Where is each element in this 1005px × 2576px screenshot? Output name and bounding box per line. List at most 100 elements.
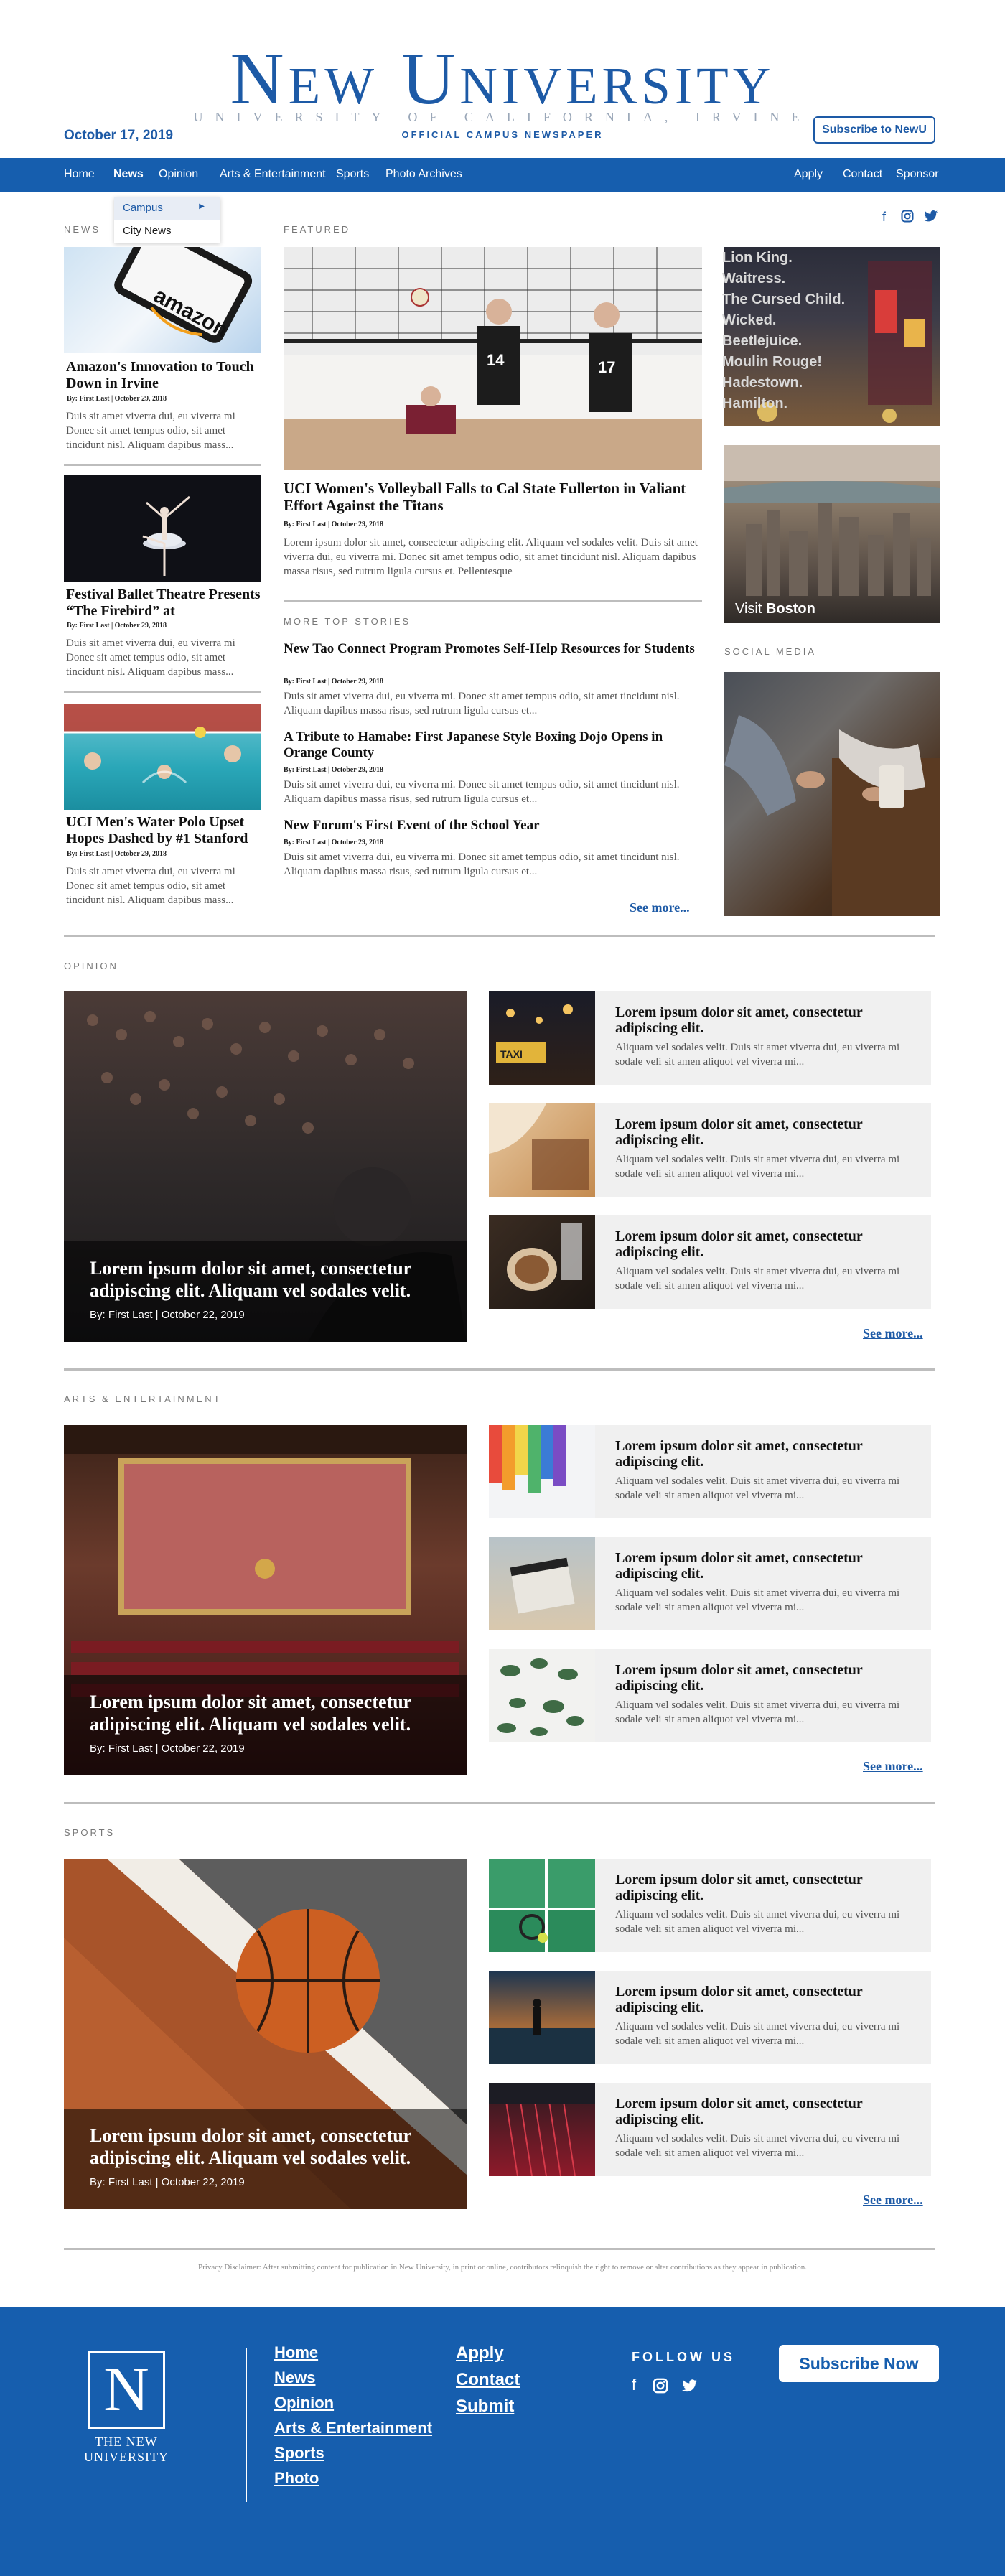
footer-link-photo[interactable]: Photo — [274, 2469, 319, 2488]
card-image-coffee — [489, 1215, 595, 1309]
card-excerpt: Aliquam vel sodales velit. Duis sit amet… — [615, 1475, 900, 1501]
visit-place: Boston — [765, 601, 815, 617]
facebook-icon[interactable]: f — [632, 2376, 636, 2394]
featured-image-volleyball[interactable]: 14 17 — [284, 247, 702, 470]
footer-link-opinion[interactable]: Opinion — [274, 2394, 334, 2412]
see-more-link[interactable]: See more... — [630, 900, 690, 915]
see-more-link[interactable]: See more... — [863, 2193, 923, 2208]
news-byline: By: First Last | October 29, 2018 — [67, 622, 167, 630]
privacy-disclaimer: Privacy Disclaimer: After submitting con… — [198, 2263, 807, 2272]
nav-photo-archives[interactable]: Photo Archives — [385, 168, 462, 181]
section-divider — [64, 935, 935, 937]
card-image-paint — [489, 1425, 595, 1518]
ad-boston-image[interactable] — [724, 445, 940, 623]
featured-section-label: FEATURED — [284, 224, 351, 235]
sign-line: Wicked. — [722, 312, 777, 328]
nav-news[interactable]: News — [113, 168, 144, 181]
card-excerpt: Aliquam vel sodales velit. Duis sit amet… — [615, 1266, 900, 1292]
dropdown-item-city-news[interactable]: City News — [114, 220, 220, 243]
follow-us-label: FOLLOW US — [632, 2350, 735, 2364]
nav-sports[interactable]: Sports — [336, 168, 369, 181]
featured-byline: By: First Last | October 29, 2018 — [284, 521, 383, 528]
footer-link-arts[interactable]: Arts & Entertainment — [274, 2419, 432, 2437]
arts-card[interactable]: Lorem ipsum dolor sit amet, consectetur … — [489, 1649, 931, 1742]
opinion-feature-card[interactable]: Lorem ipsum dolor sit amet, consectetur … — [64, 991, 467, 1342]
card-title: Lorem ipsum dolor sit amet, consectetur … — [90, 1691, 411, 1735]
card-excerpt: Aliquam vel sodales velit. Duis sit amet… — [615, 1909, 900, 1935]
sign-line: Beetlejuice. — [722, 333, 803, 349]
footer-logo-letter: N — [103, 2355, 149, 2425]
instagram-icon[interactable] — [901, 210, 914, 226]
footer-link-contact[interactable]: Contact — [456, 2370, 520, 2390]
card-title: Lorem ipsum dolor sit amet, consectetur … — [615, 1116, 863, 1148]
arts-section-label: ARTS & ENTERTAINMENT — [64, 1394, 222, 1404]
top-story-byline: By: First Last | October 29, 2018 — [284, 766, 383, 774]
featured-headline[interactable]: UCI Women's Volleyball Falls to Cal Stat… — [284, 480, 700, 514]
footer-link-news[interactable]: News — [274, 2369, 315, 2387]
top-story-headline[interactable]: New Forum's First Event of the School Ye… — [284, 818, 700, 834]
opinion-card[interactable]: Lorem ipsum dolor sit amet, consectetur … — [489, 1215, 931, 1309]
footer-link-home[interactable]: Home — [274, 2343, 318, 2362]
see-more-link[interactable]: See more... — [863, 1326, 923, 1341]
card-byline: By: First Last | October 22, 2019 — [90, 1309, 245, 1321]
dropdown-item-campus[interactable]: Campus ▶ — [114, 197, 220, 220]
opinion-card[interactable]: Lorem ipsum dolor sit amet, consectetur … — [489, 1103, 931, 1197]
sign-line: Waitress. — [722, 271, 786, 286]
sports-feature-card[interactable]: Lorem ipsum dolor sit amet, consectetur … — [64, 1859, 467, 2209]
card-excerpt: Aliquam vel sodales velit. Duis sit amet… — [615, 1587, 900, 1613]
arts-feature-caption: Lorem ipsum dolor sit amet, consectetur … — [64, 1675, 467, 1775]
card-byline: By: First Last | October 22, 2019 — [90, 2176, 245, 2188]
top-story-headline[interactable]: New Tao Connect Program Promotes Self-He… — [284, 641, 700, 657]
sign-line: The Cursed Child. — [722, 291, 846, 307]
twitter-icon[interactable] — [924, 210, 938, 226]
social-media-label: SOCIAL MEDIA — [724, 646, 816, 657]
nav-apply[interactable]: Apply — [794, 168, 823, 181]
footer-subscribe-button[interactable]: Subscribe Now — [779, 2345, 939, 2382]
arts-card[interactable]: Lorem ipsum dolor sit amet, consectetur … — [489, 1425, 931, 1518]
card-image-tennis — [489, 1859, 595, 1952]
arts-feature-card[interactable]: Lorem ipsum dolor sit amet, consectetur … — [64, 1425, 467, 1775]
nav-opinion[interactable]: Opinion — [159, 168, 198, 181]
nav-home[interactable]: Home — [64, 168, 95, 181]
site-logo[interactable]: New University — [0, 42, 1005, 116]
instagram-icon[interactable] — [653, 2378, 668, 2398]
news-headline[interactable]: UCI Men's Water Polo Upset Hopes Dashed … — [66, 814, 261, 847]
arts-card[interactable]: Lorem ipsum dolor sit amet, consectetur … — [489, 1537, 931, 1630]
divider — [64, 691, 261, 693]
news-image-ballet[interactable] — [64, 475, 261, 582]
sports-card[interactable]: Lorem ipsum dolor sit amet, consectetur … — [489, 1971, 931, 2064]
sports-card[interactable]: Lorem ipsum dolor sit amet, consectetur … — [489, 1859, 931, 1952]
card-title: Lorem ipsum dolor sit amet, consectetur … — [615, 1984, 863, 2015]
card-title: Lorem ipsum dolor sit amet, consectetur … — [615, 1662, 863, 1694]
news-image-water-polo[interactable] — [64, 704, 261, 810]
see-more-link[interactable]: See more... — [863, 1759, 923, 1774]
divider — [64, 464, 261, 466]
twitter-icon[interactable] — [682, 2379, 698, 2397]
opinion-section-label: OPINION — [64, 961, 118, 971]
top-story-headline[interactable]: A Tribute to Hamabe: First Japanese Styl… — [284, 729, 700, 761]
nav-sponsor[interactable]: Sponsor — [896, 168, 939, 181]
news-excerpt: Duis sit amet viverra dui, eu viverra mi… — [66, 411, 235, 451]
news-image-amazon[interactable]: amazon — [64, 247, 261, 353]
card-title: Lorem ipsum dolor sit amet, consectetur … — [615, 1872, 863, 1903]
card-excerpt: Aliquam vel sodales velit. Duis sit amet… — [615, 1699, 900, 1725]
news-dropdown: Campus ▶ City News — [114, 197, 220, 243]
news-byline: By: First Last | October 29, 2018 — [67, 850, 167, 858]
nav-arts[interactable]: Arts & Entertainment — [220, 168, 326, 181]
facebook-icon[interactable]: f — [882, 210, 886, 225]
footer-link-apply[interactable]: Apply — [456, 2343, 504, 2363]
sports-card[interactable]: Lorem ipsum dolor sit amet, consectetur … — [489, 2083, 931, 2176]
social-media-image[interactable] — [724, 672, 940, 916]
news-section-label: NEWS — [64, 224, 100, 235]
opinion-card[interactable]: TAXI Lorem ipsum dolor sit amet, consect… — [489, 991, 931, 1085]
nav-contact[interactable]: Contact — [843, 168, 882, 181]
news-headline[interactable]: Festival Ballet Theatre Presents “The Fi… — [66, 587, 261, 620]
footer-link-sports[interactable]: Sports — [274, 2444, 324, 2463]
footer-logo[interactable]: N — [88, 2351, 165, 2429]
dropdown-item-label: Campus — [123, 202, 163, 214]
news-headline[interactable]: Amazon's Innovation to Touch Down in Irv… — [66, 359, 261, 392]
footer-link-submit[interactable]: Submit — [456, 2397, 514, 2417]
subscribe-button[interactable]: Subscribe to NewU — [813, 116, 935, 144]
featured-excerpt: Lorem ipsum dolor sit amet, consectetur … — [284, 537, 698, 577]
footer-divider — [246, 2348, 247, 2502]
